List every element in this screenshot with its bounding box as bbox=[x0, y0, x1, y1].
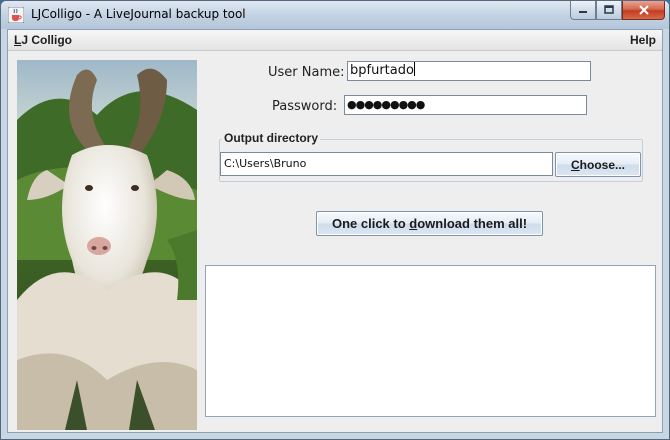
close-icon bbox=[638, 5, 649, 15]
password-label: Password: bbox=[272, 99, 338, 114]
client-area: LJ Colligo Help User Name: bpfurtado Pas… bbox=[7, 29, 663, 433]
username-label: User Name: bbox=[268, 65, 345, 80]
output-directory-title: Output directory bbox=[222, 131, 321, 145]
password-mask: ●●●●●●●●● bbox=[347, 98, 425, 111]
minimize-icon bbox=[579, 11, 587, 13]
window-controls bbox=[570, 1, 665, 21]
username-value: bpfurtado bbox=[350, 63, 414, 78]
output-directory-input[interactable]: C:\Users\Bruno bbox=[220, 152, 553, 176]
app-window: LJColligo - A LiveJournal backup tool LJ… bbox=[0, 0, 670, 440]
maximize-icon bbox=[604, 5, 614, 14]
log-text-area[interactable] bbox=[205, 265, 656, 417]
password-input[interactable]: ●●●●●●●●● bbox=[344, 95, 587, 115]
java-cup-icon bbox=[8, 7, 24, 23]
menu-lj-colligo[interactable]: LJ Colligo bbox=[14, 33, 72, 47]
maximize-button[interactable] bbox=[596, 1, 622, 20]
download-all-button[interactable]: One click to d ownload them all! bbox=[316, 211, 543, 236]
choose-button[interactable]: Choose... bbox=[555, 152, 641, 177]
goat-photo bbox=[17, 60, 197, 430]
download-label-end: ownload them all! bbox=[417, 216, 528, 231]
window-title: LJColligo - A LiveJournal backup tool bbox=[31, 7, 246, 21]
choose-label: hoose... bbox=[579, 157, 625, 172]
menu-bar: LJ Colligo Help bbox=[8, 30, 662, 51]
menu-label: J Colligo bbox=[21, 33, 73, 47]
minimize-button[interactable] bbox=[570, 1, 596, 20]
close-button[interactable] bbox=[622, 1, 665, 20]
username-input[interactable]: bpfurtado bbox=[347, 61, 591, 81]
menu-help[interactable]: Help bbox=[630, 33, 656, 47]
title-bar[interactable]: LJColligo - A LiveJournal backup tool bbox=[1, 1, 669, 29]
choose-mnemonic: C bbox=[570, 157, 580, 172]
download-label-start: One click to bbox=[331, 216, 410, 231]
text-caret bbox=[413, 62, 415, 76]
download-mnemonic: d bbox=[409, 216, 418, 231]
